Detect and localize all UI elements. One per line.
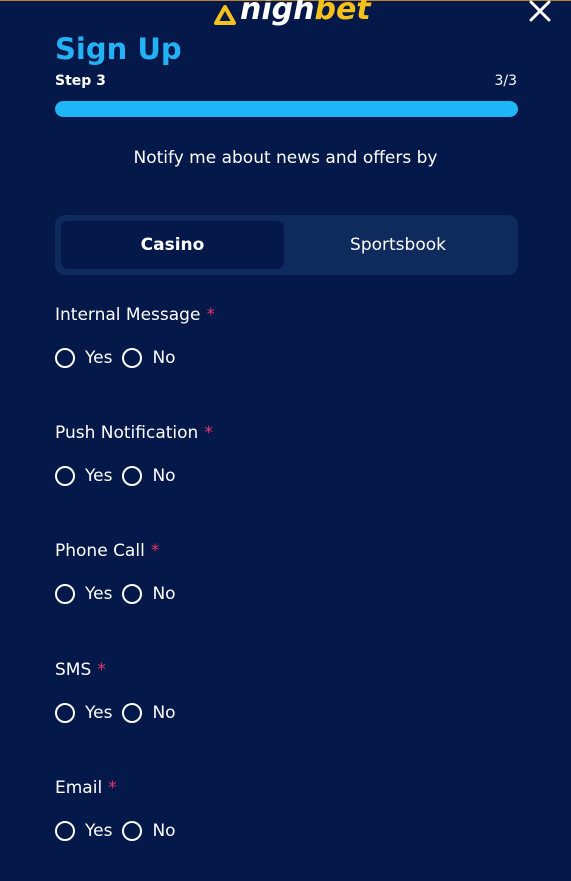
progress-fill	[55, 101, 518, 117]
radio-yes[interactable]: Yes	[55, 703, 112, 723]
preference-group-sms: SMS * Yes No	[55, 660, 515, 723]
radio-circle-icon[interactable]	[55, 584, 75, 604]
radio-group: Yes No	[55, 703, 515, 723]
page-title: Sign Up	[55, 32, 182, 66]
group-label: SMS	[55, 660, 92, 680]
notify-heading: Notify me about news and offers by	[133, 148, 438, 168]
radio-group: Yes No	[55, 821, 515, 841]
radio-no[interactable]: No	[122, 466, 176, 486]
radio-no[interactable]: No	[122, 821, 176, 841]
radio-circle-icon[interactable]	[55, 821, 75, 841]
logo-mark-icon	[212, 3, 238, 25]
group-label: Push Notification	[55, 423, 199, 443]
radio-circle-icon[interactable]	[122, 466, 143, 486]
preference-group-phone-call: Phone Call * Yes No	[55, 541, 515, 604]
radio-no-label[interactable]: No	[152, 584, 175, 604]
preference-group-push-notification: Push Notification * Yes No	[55, 423, 515, 486]
required-marker: *	[206, 305, 215, 325]
progress-bar	[55, 101, 518, 117]
signup-modal: nigh bet Sign Up Step 3 3/3 Notify me abo…	[0, 0, 571, 881]
tab-sportsbook[interactable]: Sportsbook	[284, 221, 512, 269]
radio-yes[interactable]: Yes	[55, 466, 112, 486]
group-label: Email	[55, 778, 103, 798]
required-marker: *	[150, 541, 160, 561]
required-marker: *	[108, 778, 117, 798]
step-count: 3/3	[494, 73, 517, 89]
radio-no-label[interactable]: No	[152, 703, 175, 723]
radio-yes-label[interactable]: Yes	[85, 584, 112, 604]
radio-group: Yes No	[55, 348, 515, 368]
radio-circle-icon[interactable]	[55, 703, 75, 723]
radio-circle-icon[interactable]	[122, 584, 143, 604]
close-icon	[529, 0, 551, 22]
radio-yes-label[interactable]: Yes	[85, 466, 112, 486]
logo-text-secondary: bet	[314, 0, 371, 27]
radio-circle-icon[interactable]	[122, 703, 143, 723]
logo-text-primary: nigh	[240, 0, 315, 27]
tab-switcher: Casino Sportsbook	[55, 215, 518, 275]
preference-group-email: Email * Yes No	[55, 778, 515, 841]
close-button[interactable]	[527, 0, 553, 24]
radio-yes-label[interactable]: Yes	[85, 703, 112, 723]
radio-yes[interactable]: Yes	[55, 821, 112, 841]
brand-logo: nigh bet	[212, 0, 371, 25]
required-marker: *	[204, 423, 213, 443]
group-label: Internal Message	[55, 305, 201, 325]
radio-circle-icon[interactable]	[122, 348, 143, 368]
radio-circle-icon[interactable]	[122, 821, 143, 841]
radio-circle-icon[interactable]	[55, 466, 75, 486]
radio-no-label[interactable]: No	[152, 821, 175, 841]
required-marker: *	[97, 660, 106, 680]
radio-yes-label[interactable]: Yes	[85, 348, 112, 368]
group-label: Phone Call	[55, 541, 145, 561]
tab-casino[interactable]: Casino	[61, 221, 284, 269]
radio-circle-icon[interactable]	[55, 348, 75, 368]
radio-no[interactable]: No	[122, 703, 176, 723]
radio-no-label[interactable]: No	[152, 348, 175, 368]
radio-yes[interactable]: Yes	[55, 584, 112, 604]
radio-no[interactable]: No	[122, 348, 176, 368]
step-label: Step 3	[55, 73, 106, 89]
radio-yes[interactable]: Yes	[55, 348, 112, 368]
radio-no-label[interactable]: No	[152, 466, 175, 486]
radio-yes-label[interactable]: Yes	[85, 821, 112, 841]
radio-no[interactable]: No	[122, 584, 176, 604]
preference-group-internal-message: Internal Message * Yes No	[55, 305, 515, 368]
radio-group: Yes No	[55, 466, 515, 486]
radio-group: Yes No	[55, 584, 515, 604]
